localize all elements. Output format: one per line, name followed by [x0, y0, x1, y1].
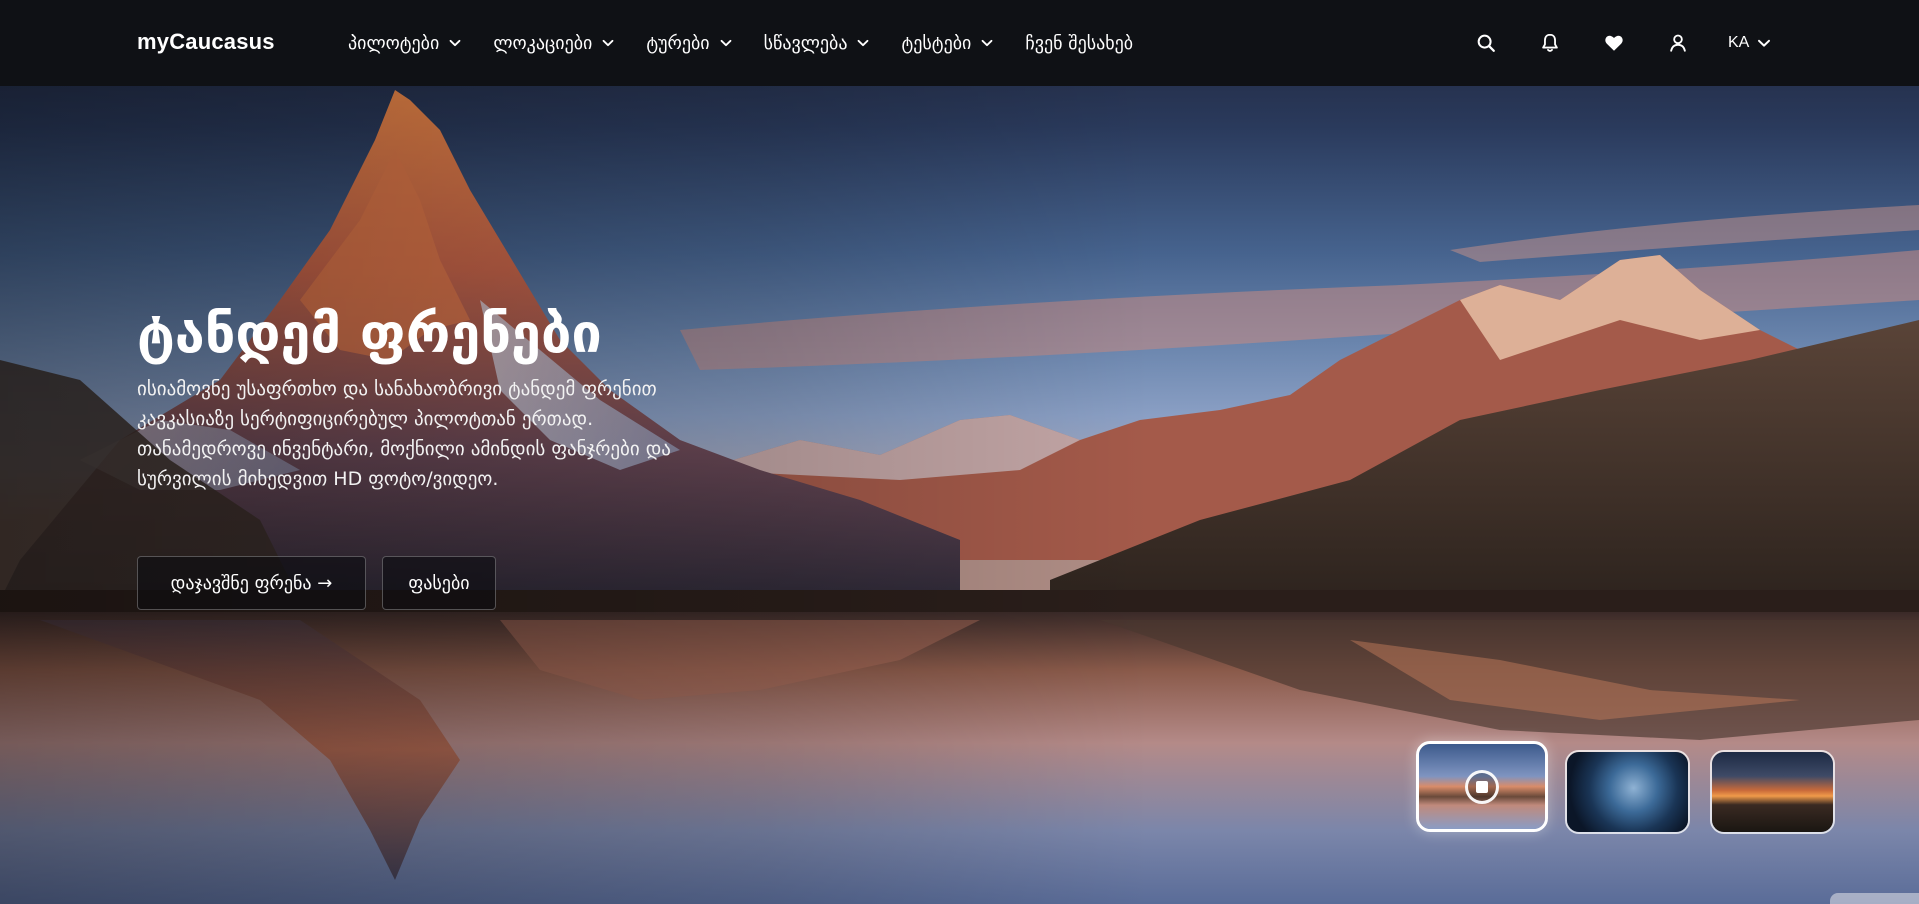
hero-text: ტანდემ ფრენები ისიამოვნე უსაფრთხო და სან…	[137, 298, 697, 494]
nav-item-label: ტესტები	[901, 32, 972, 54]
nav-actions: KA	[1472, 0, 1771, 86]
main-nav: პილოტები ლოკაციები ტურები სწავლება ტესტე…	[348, 0, 1165, 86]
thumbnail-image	[1712, 752, 1833, 832]
chevron-down-icon	[449, 37, 461, 49]
chevron-down-icon	[857, 37, 869, 49]
nav-item-about[interactable]: ჩვენ შესახებ	[1025, 33, 1133, 54]
top-navbar: myCaucasus პილოტები ლოკაციები ტურები სწა…	[0, 0, 1919, 86]
nav-item-pilots[interactable]: პილოტები	[348, 33, 461, 54]
nav-item-label: ტურები	[646, 32, 710, 54]
chevron-down-icon	[720, 37, 732, 49]
chevron-down-icon	[981, 37, 993, 49]
corner-scroll-indicator	[1830, 893, 1919, 904]
chevron-down-icon	[602, 37, 614, 49]
bell-icon[interactable]	[1536, 29, 1564, 57]
thumbnail-image	[1567, 752, 1688, 832]
thumbnail-sunset-lake[interactable]	[1710, 750, 1835, 834]
language-label: KA	[1728, 34, 1750, 51]
stop-icon[interactable]	[1465, 769, 1499, 804]
thumbnail-earth-space[interactable]	[1565, 750, 1690, 834]
chevron-down-icon	[1757, 36, 1771, 50]
book-flight-button[interactable]: დაჯავშნე ფრენა →	[137, 556, 366, 610]
nav-item-tests[interactable]: ტესტები	[901, 33, 993, 54]
nav-item-label: ლოკაციები	[493, 32, 593, 54]
nav-item-locations[interactable]: ლოკაციები	[493, 33, 614, 54]
heart-icon[interactable]	[1600, 29, 1628, 57]
nav-item-label: სწავლება	[763, 32, 848, 54]
nav-item-label: პილოტები	[348, 32, 440, 54]
nav-item-training[interactable]: სწავლება	[764, 33, 870, 54]
hero-title: ტანდემ ფრენები	[137, 302, 602, 365]
user-icon[interactable]	[1664, 29, 1692, 57]
hero-description: ისიამოვნე უსაფრთხო და სანახაობრივი ტანდე…	[137, 378, 671, 490]
nav-item-tours[interactable]: ტურები	[646, 32, 732, 54]
nav-item-label: ჩვენ შესახებ	[1025, 32, 1134, 54]
language-selector[interactable]: KA	[1728, 34, 1771, 52]
brand-logo[interactable]: myCaucasus	[137, 29, 275, 55]
hero-actions: დაჯავშნე ფრენა → ფასები	[137, 556, 496, 610]
prices-button[interactable]: ფასები	[382, 556, 496, 610]
search-icon[interactable]	[1472, 29, 1500, 57]
thumbnail-mountain-lake[interactable]	[1416, 741, 1548, 832]
